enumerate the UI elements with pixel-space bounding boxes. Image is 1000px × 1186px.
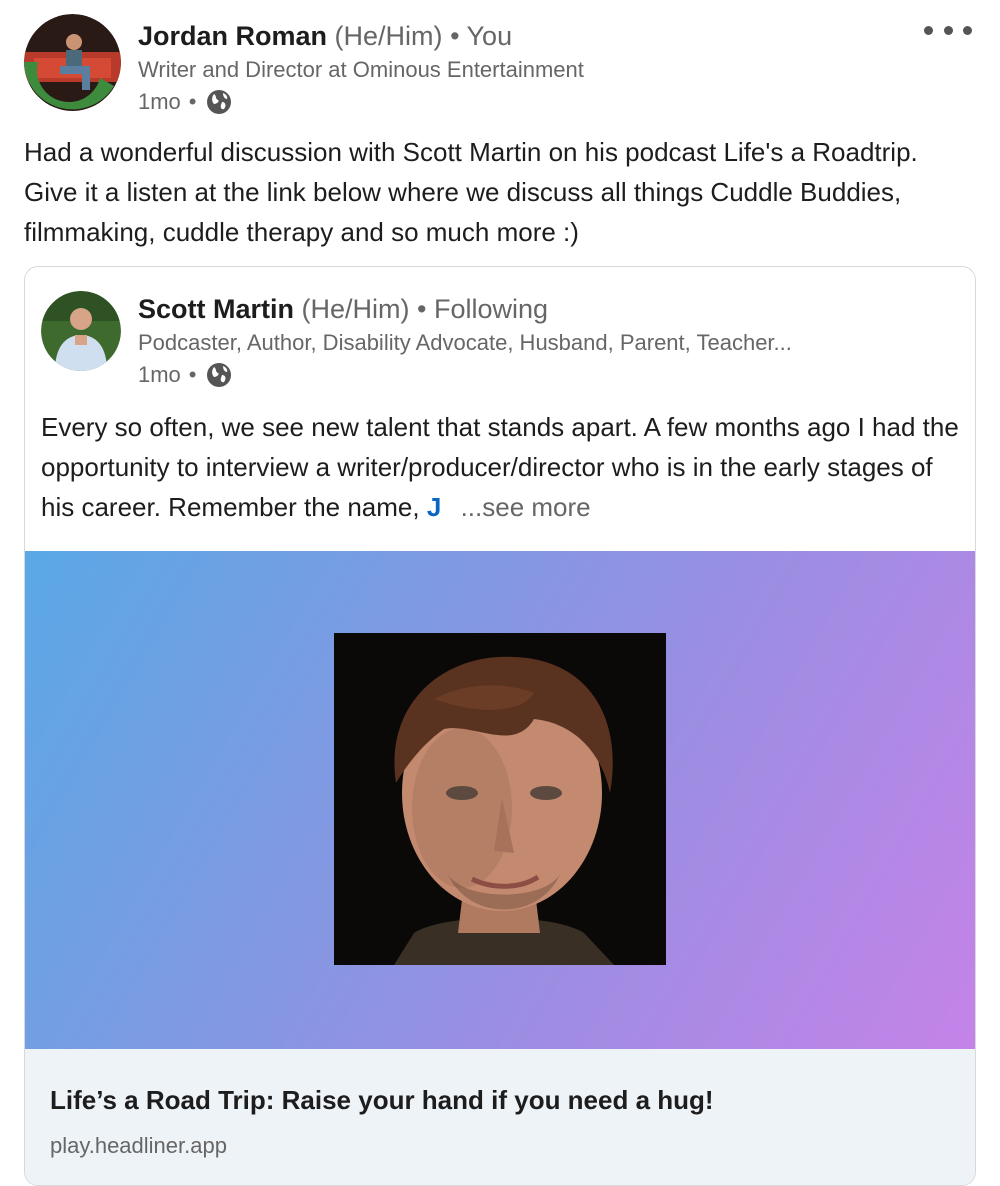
author-pronouns: (He/Him) [334, 21, 443, 51]
link-preview-footer[interactable]: Life’s a Road Trip: Raise your hand if y… [25, 1049, 975, 1185]
see-more-button[interactable]: ...see more [461, 492, 591, 522]
post-header: Jordan Roman (He/Him) • You Writer and D… [24, 14, 976, 114]
author-avatar[interactable] [24, 14, 121, 111]
author-avatar-image [24, 14, 121, 111]
shared-post-timestamp: 1mo • [138, 359, 792, 391]
separator-dot: • [188, 362, 197, 387]
shared-author-headline: Podcaster, Author, Disability Advocate, … [138, 330, 792, 355]
author-name[interactable]: Jordan Roman [138, 21, 327, 51]
post-timestamp: 1mo • [138, 86, 584, 118]
more-options-button[interactable] [924, 18, 972, 42]
shared-author-avatar[interactable] [41, 291, 121, 371]
link-title[interactable]: Life’s a Road Trip: Raise your hand if y… [50, 1085, 714, 1116]
link-domain: play.headliner.app [50, 1133, 227, 1158]
globe-icon [205, 88, 233, 116]
author-name-line: Jordan Roman (He/Him) • You [138, 18, 584, 54]
shared-author-name-line: Scott Martin (He/Him) • Following [138, 291, 792, 327]
author-meta: Jordan Roman (He/Him) • You Writer and D… [138, 18, 584, 118]
shared-post-time: 1mo [138, 362, 181, 387]
post-time: 1mo [138, 89, 181, 114]
ellipsis-dot-icon [943, 25, 953, 35]
portrait-image [334, 633, 666, 965]
separator-dot: • [450, 21, 460, 51]
shared-post-header: Scott Martin (He/Him) • Following Podcas… [41, 291, 961, 391]
shared-post-card[interactable]: Scott Martin (He/Him) • Following Podcas… [24, 266, 976, 1186]
separator-dot: • [188, 89, 197, 114]
shared-post-text: Every so often, we see new talent that s… [41, 407, 961, 527]
shared-author-pronouns: (He/Him) [301, 294, 410, 324]
separator-dot: • [417, 294, 427, 324]
mention-link[interactable]: J [427, 492, 441, 522]
ellipsis-dot-icon [963, 25, 972, 35]
ellipsis-dot-icon [924, 25, 933, 35]
shared-author-meta: Scott Martin (He/Him) • Following Podcas… [138, 291, 792, 391]
shared-author-relation: Following [434, 294, 549, 324]
shared-author-name[interactable]: Scott Martin [138, 294, 294, 324]
shared-author-avatar-image [41, 291, 121, 371]
globe-icon [205, 361, 233, 389]
author-headline: Writer and Director at Ominous Entertain… [138, 57, 584, 82]
post-text: Had a wonderful discussion with Scott Ma… [24, 137, 918, 247]
link-preview-image[interactable] [25, 551, 975, 1049]
author-relation: You [466, 21, 513, 51]
